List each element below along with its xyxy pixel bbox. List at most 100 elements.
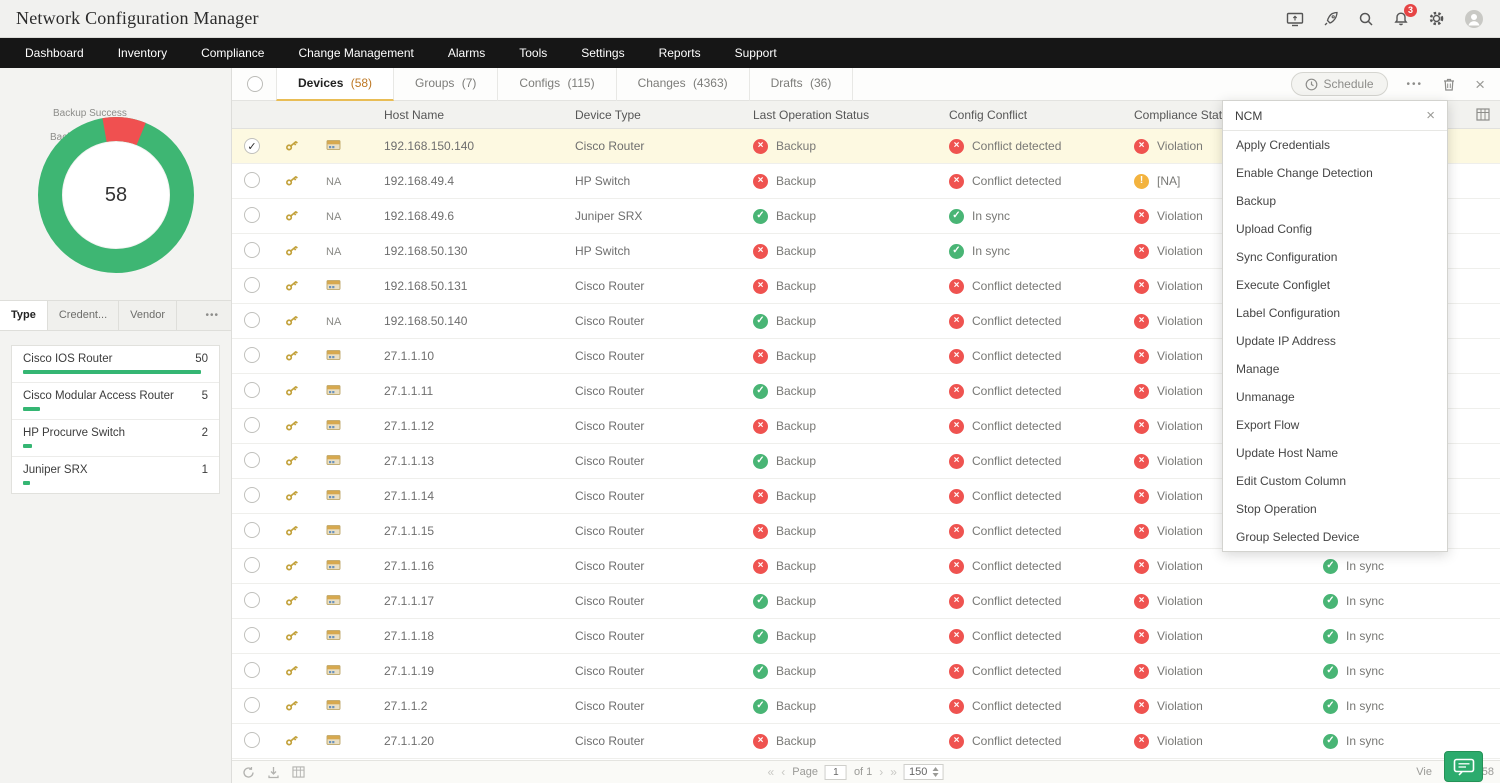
- nav-item-alarms[interactable]: Alarms: [431, 38, 502, 68]
- sidebar-tab-vendor[interactable]: Vendor: [119, 301, 177, 330]
- last-page-icon[interactable]: »: [890, 765, 897, 779]
- chat-button[interactable]: [1444, 751, 1483, 782]
- menu-item-backup[interactable]: Backup: [1223, 187, 1447, 215]
- row-checkbox[interactable]: [244, 172, 260, 188]
- prev-page-icon[interactable]: ‹: [781, 765, 785, 779]
- tab-drafts[interactable]: Drafts (36): [750, 68, 854, 101]
- type-list-item[interactable]: Cisco Modular Access Router5: [12, 383, 219, 420]
- page-size-select[interactable]: 150: [904, 764, 943, 780]
- tab-groups[interactable]: Groups (7): [394, 68, 498, 101]
- row-checkbox[interactable]: [244, 732, 260, 748]
- first-page-icon[interactable]: «: [768, 765, 775, 779]
- sidebar-tab-type[interactable]: Type: [0, 301, 48, 330]
- row-checkbox[interactable]: [244, 452, 260, 468]
- tab-devices[interactable]: Devices (58): [276, 68, 394, 101]
- row-checkbox[interactable]: [244, 662, 260, 678]
- nav-item-dashboard[interactable]: Dashboard: [8, 38, 101, 68]
- backup-status: ×Backup: [731, 244, 921, 259]
- menu-item-stop-operation[interactable]: Stop Operation: [1223, 495, 1447, 523]
- nav-item-compliance[interactable]: Compliance: [184, 38, 281, 68]
- more-actions-icon[interactable]: •••: [1407, 79, 1424, 90]
- menu-item-unmanage[interactable]: Unmanage: [1223, 383, 1447, 411]
- menu-item-sync-configuration[interactable]: Sync Configuration: [1223, 243, 1447, 271]
- row-checkbox[interactable]: [244, 557, 260, 573]
- menu-item-update-ip-address[interactable]: Update IP Address: [1223, 327, 1447, 355]
- table-row[interactable]: 27.1.1.17Cisco Router✓Backup×Conflict de…: [232, 584, 1500, 619]
- notification-badge: 3: [1404, 4, 1417, 17]
- tab-count: (115): [567, 76, 594, 90]
- menu-item-manage[interactable]: Manage: [1223, 355, 1447, 383]
- table-row[interactable]: 27.1.1.20Cisco Router×Backup×Conflict de…: [232, 724, 1500, 759]
- tabbar: Devices (58)Groups (7)Configs (115)Chang…: [232, 68, 1500, 101]
- screen-share-icon[interactable]: [1286, 11, 1304, 27]
- page-input[interactable]: [825, 765, 847, 780]
- menu-item-edit-custom-column[interactable]: Edit Custom Column: [1223, 467, 1447, 495]
- sidebar: Backup Success Backup Failed 58 TypeCred…: [0, 68, 232, 783]
- search-icon[interactable]: [1358, 11, 1374, 27]
- sync-status: ✓In sync: [1278, 629, 1428, 644]
- grid-view-icon[interactable]: [292, 766, 305, 778]
- sidebar-tab-credent[interactable]: Credent...: [48, 301, 119, 330]
- gear-icon[interactable]: [1428, 10, 1445, 27]
- rocket-icon[interactable]: [1323, 11, 1339, 27]
- row-checkbox[interactable]: [244, 592, 260, 608]
- column-chooser-icon[interactable]: [1476, 108, 1490, 121]
- refresh-icon[interactable]: [242, 766, 255, 779]
- nav-item-change-management[interactable]: Change Management: [281, 38, 430, 68]
- row-checkbox[interactable]: [244, 522, 260, 538]
- user-avatar[interactable]: [1464, 9, 1484, 29]
- close-icon[interactable]: ×: [1475, 76, 1485, 93]
- compliance-status-label: Violation: [1157, 279, 1203, 294]
- menu-item-execute-configlet[interactable]: Execute Configlet: [1223, 271, 1447, 299]
- col-device-type[interactable]: Device Type: [559, 108, 731, 122]
- row-checkbox[interactable]: [244, 242, 260, 258]
- nav-item-settings[interactable]: Settings: [564, 38, 641, 68]
- row-checkbox[interactable]: [244, 207, 260, 223]
- spinner-icon: [932, 767, 938, 777]
- row-checkbox[interactable]: [244, 382, 260, 398]
- tab-configs[interactable]: Configs (115): [498, 68, 616, 101]
- nav-item-reports[interactable]: Reports: [642, 38, 718, 68]
- row-checkbox[interactable]: [244, 347, 260, 363]
- delete-icon[interactable]: [1442, 77, 1456, 92]
- menu-item-group-selected-device[interactable]: Group Selected Device: [1223, 523, 1447, 551]
- menu-item-label-configuration[interactable]: Label Configuration: [1223, 299, 1447, 327]
- nav-item-support[interactable]: Support: [718, 38, 794, 68]
- export-icon[interactable]: [267, 766, 280, 779]
- next-page-icon[interactable]: ›: [879, 765, 883, 779]
- row-checkbox[interactable]: [244, 697, 260, 713]
- backup-status-label: Backup: [776, 349, 816, 364]
- menu-item-export-flow[interactable]: Export Flow: [1223, 411, 1447, 439]
- device-type: Cisco Router: [559, 629, 731, 643]
- nav-item-tools[interactable]: Tools: [502, 38, 564, 68]
- table-row[interactable]: 27.1.1.2Cisco Router✓Backup×Conflict det…: [232, 689, 1500, 724]
- menu-item-upload-config[interactable]: Upload Config: [1223, 215, 1447, 243]
- table-row[interactable]: 27.1.1.16Cisco Router×Backup×Conflict de…: [232, 549, 1500, 584]
- menu-close-icon[interactable]: ×: [1426, 108, 1435, 123]
- col-host-name[interactable]: Host Name: [364, 108, 559, 122]
- tab-changes[interactable]: Changes (4363): [617, 68, 750, 101]
- col-last-operation-status[interactable]: Last Operation Status: [731, 108, 921, 122]
- select-all-checkbox[interactable]: [247, 76, 263, 92]
- type-list-item[interactable]: Cisco IOS Router50: [12, 346, 219, 383]
- sidebar-more-options-icon[interactable]: •••: [193, 310, 231, 321]
- row-checkbox[interactable]: [244, 312, 260, 328]
- row-checkbox[interactable]: [244, 417, 260, 433]
- row-checkbox[interactable]: [244, 627, 260, 643]
- type-list-item[interactable]: HP Procurve Switch2: [12, 420, 219, 457]
- schedule-button[interactable]: Schedule: [1291, 72, 1388, 96]
- table-row[interactable]: 27.1.1.19Cisco Router✓Backup×Conflict de…: [232, 654, 1500, 689]
- menu-item-enable-change-detection[interactable]: Enable Change Detection: [1223, 159, 1447, 187]
- bell-icon[interactable]: 3: [1393, 11, 1409, 27]
- sync-status-label: In sync: [1346, 559, 1384, 574]
- row-checkbox[interactable]: [244, 277, 260, 293]
- nav-item-inventory[interactable]: Inventory: [101, 38, 184, 68]
- device-icon: [326, 418, 341, 432]
- table-row[interactable]: 27.1.1.18Cisco Router✓Backup×Conflict de…: [232, 619, 1500, 654]
- col-config-conflict[interactable]: Config Conflict: [921, 108, 1106, 122]
- menu-item-update-host-name[interactable]: Update Host Name: [1223, 439, 1447, 467]
- row-checkbox[interactable]: ✓: [244, 138, 260, 154]
- row-checkbox[interactable]: [244, 487, 260, 503]
- type-list-item[interactable]: Juniper SRX1: [12, 457, 219, 493]
- menu-item-apply-credentials[interactable]: Apply Credentials: [1223, 131, 1447, 159]
